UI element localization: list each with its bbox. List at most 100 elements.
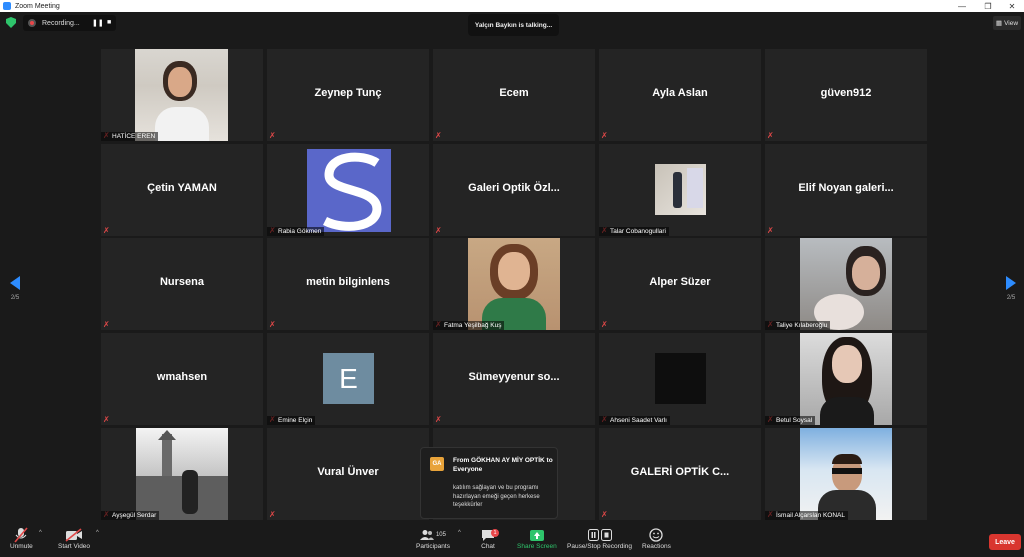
video-tile[interactable]: wmahsen ✗: [101, 333, 263, 425]
video-tile[interactable]: Zeynep Tunç ✗: [267, 49, 429, 141]
muted-mic-icon: ✗: [269, 510, 276, 519]
participant-avatar-logo: [307, 149, 391, 232]
next-page-button[interactable]: 2/5: [1006, 276, 1016, 301]
video-tile[interactable]: Ecem ✗: [433, 49, 595, 141]
sender-avatar: GA: [430, 457, 444, 471]
participant-name: wmahsen: [156, 371, 208, 383]
pause-stop-recording-button[interactable]: Pause/Stop Recording: [567, 527, 632, 550]
participant-video: [800, 333, 892, 425]
chat-unread-badge: 1: [491, 529, 499, 537]
video-options-caret-icon[interactable]: ^: [96, 530, 99, 536]
participant-photo: [136, 428, 228, 520]
participant-avatar: E: [323, 353, 374, 404]
video-tile[interactable]: güven912 ✗: [765, 49, 927, 141]
chat-notification[interactable]: GA From GÖKHAN AY MİY OPTİK to Everyone …: [420, 447, 558, 519]
muted-mic-icon: ✗: [601, 510, 608, 519]
video-tile[interactable]: Vural Ünver ✗: [267, 428, 429, 520]
video-tile[interactable]: ✗ İsmail Alçarslan KONAL: [765, 428, 927, 520]
start-video-label: Start Video: [58, 543, 91, 550]
pause-recording-icon[interactable]: ❚❚: [92, 19, 104, 27]
chat-sender: From GÖKHAN AY MİY OPTİK to Everyone: [453, 457, 553, 473]
stop-recording-icon[interactable]: ■: [107, 19, 111, 26]
smiley-icon: [649, 527, 664, 543]
video-tile[interactable]: ✗ Rabia Gökmen: [267, 144, 429, 236]
muted-mic-icon: ✗: [103, 226, 110, 235]
muted-mic-icon: ✗: [269, 131, 276, 140]
participant-name: Ayla Aslan: [652, 87, 708, 99]
participant-name: Vural Ünver: [317, 466, 379, 478]
participant-label: Ahseni Saadet Varlı: [599, 416, 670, 425]
video-tile[interactable]: Elif Noyan galeri... ✗: [765, 144, 927, 236]
video-tile[interactable]: E ✗ Emine Elçin: [267, 333, 429, 425]
participants-button[interactable]: 105 Participants: [416, 527, 450, 550]
minimize-icon[interactable]: —: [950, 0, 974, 12]
video-tile[interactable]: ✗ Ayşegül Serdar: [101, 428, 263, 520]
video-tile[interactable]: metin bilginlens ✗: [267, 238, 429, 330]
video-tile[interactable]: Sümeyyenur so... ✗: [433, 333, 595, 425]
share-screen-label: Share Screen: [517, 543, 557, 550]
muted-mic-icon: ✗: [435, 415, 442, 424]
participant-label: Emine Elçin: [267, 416, 316, 425]
participant-name: Galeri Optik Özl...: [468, 182, 560, 194]
security-shield-icon[interactable]: [6, 17, 16, 28]
participant-name: metin bilginlens: [306, 276, 390, 288]
participant-label: Taliye Kılaberoğlu: [765, 321, 831, 330]
participant-name: Alper Süzer: [649, 276, 711, 288]
view-button[interactable]: ▦ View: [993, 16, 1021, 30]
maximize-icon[interactable]: ❐: [976, 0, 1000, 12]
reactions-button[interactable]: Reactions: [642, 527, 671, 550]
arrow-right-icon[interactable]: [1006, 276, 1016, 290]
meeting-toolbar: Unmute ^ Start Video ^ 105 Participants …: [0, 522, 1024, 557]
video-tile[interactable]: ✗ Fatma Yeşilbağ Kuş: [433, 238, 595, 330]
muted-mic-icon: ✗: [435, 131, 442, 140]
previous-page-button[interactable]: 2/5: [10, 276, 20, 301]
recording-label: Recording...: [42, 19, 80, 27]
muted-mic-icon: ✗: [103, 320, 110, 329]
muted-mic-icon: ✗: [767, 226, 774, 235]
video-tile[interactable]: ✗ Ahseni Saadet Varlı: [599, 333, 761, 425]
share-screen-button[interactable]: Share Screen: [517, 527, 557, 550]
participant-name: Sümeyyenur so...: [468, 371, 560, 383]
video-tile[interactable]: GALERİ OPTİK C... ✗: [599, 428, 761, 520]
view-label: View: [1004, 19, 1019, 27]
arrow-left-icon[interactable]: [10, 276, 20, 290]
participant-name: Nursena: [159, 276, 205, 288]
chat-label: Chat: [481, 543, 495, 550]
participants-icon: [419, 530, 434, 540]
leave-button[interactable]: Leave: [989, 534, 1021, 550]
start-video-button[interactable]: Start Video: [58, 527, 90, 550]
page-indicator-left: 2/5: [10, 295, 20, 301]
pause-stop-icon: [587, 527, 612, 543]
video-tile[interactable]: Ayla Aslan ✗: [599, 49, 761, 141]
reactions-label: Reactions: [642, 543, 671, 550]
grid-view-icon: ▦: [995, 20, 1003, 27]
participant-name: Zeynep Tunç: [314, 87, 382, 99]
participant-label: İsmail Alçarslan KONAL: [765, 511, 848, 520]
participant-photo: [800, 428, 892, 520]
video-tile[interactable]: ✗ Taliye Kılaberoğlu: [765, 238, 927, 330]
video-tile[interactable]: ✗ HATİCE EREN: [101, 49, 263, 141]
participants-count: 105: [435, 532, 446, 538]
video-tile[interactable]: Çetin YAMAN ✗: [101, 144, 263, 236]
video-tile[interactable]: Nursena ✗: [101, 238, 263, 330]
zoom-app-icon: [3, 2, 11, 10]
participant-video: [468, 238, 560, 330]
window-titlebar: Zoom Meeting — ❐ ✕: [0, 0, 1024, 12]
participant-label: Rabia Gökmen: [267, 227, 325, 236]
audio-options-caret-icon[interactable]: ^: [39, 530, 42, 536]
muted-mic-icon: ✗: [435, 226, 442, 235]
participants-caret-icon[interactable]: ^: [458, 530, 461, 536]
participant-photo: [655, 164, 706, 215]
muted-mic-icon: ✗: [601, 320, 608, 329]
participant-label: Fatma Yeşilbağ Kuş: [433, 321, 505, 330]
close-icon[interactable]: ✕: [1000, 0, 1024, 12]
participant-name: Ecem: [499, 87, 529, 99]
video-tile[interactable]: ✗ Talar Cobanogullari: [599, 144, 761, 236]
video-tile[interactable]: Galeri Optik Özl... ✗: [433, 144, 595, 236]
unmute-button[interactable]: Unmute: [10, 527, 33, 550]
participant-video: [135, 49, 228, 141]
video-tile[interactable]: Alper Süzer ✗: [599, 238, 761, 330]
participant-label: Betul Soysal: [765, 416, 816, 425]
video-tile[interactable]: ✗ Betul Soysal: [765, 333, 927, 425]
muted-mic-icon: ✗: [601, 131, 608, 140]
